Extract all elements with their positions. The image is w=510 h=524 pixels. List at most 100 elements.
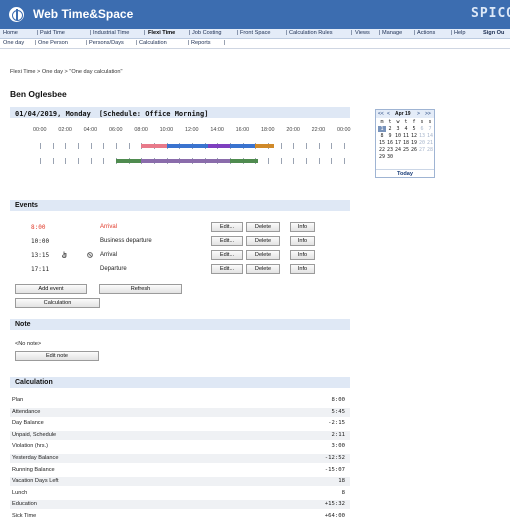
calendar-day[interactable]: 10 <box>394 133 402 139</box>
event-info-button[interactable]: Info <box>290 250 315 260</box>
calculation-row: Plan 8:00 <box>10 396 350 405</box>
edit-event-button[interactable]: Edit... <box>211 264 243 274</box>
menu-item-job-costing[interactable]: Job Costing <box>192 30 222 36</box>
menu-separator: | <box>224 40 226 46</box>
submenu-item-reports[interactable]: Reports <box>191 40 211 46</box>
edit-event-button[interactable]: Edit... <box>211 222 243 232</box>
menu-item-help[interactable]: Help <box>454 30 466 36</box>
note-section-bar <box>10 319 350 330</box>
event-info-button[interactable]: Info <box>290 222 315 232</box>
timeline-tick <box>103 158 105 164</box>
calculation-row: Violation (hrs.) 3:00 <box>10 442 350 451</box>
edit-event-button[interactable]: Edit... <box>211 236 243 246</box>
next-month-button[interactable]: > <box>417 111 420 117</box>
submenu-item-one-day[interactable]: One day <box>3 40 24 46</box>
calendar-day[interactable]: 13 <box>418 133 426 139</box>
calendar-day[interactable]: 15 <box>378 140 386 146</box>
prev-year-button[interactable]: << <box>378 111 384 117</box>
timeline-tick <box>40 158 41 164</box>
menu-item-front-space[interactable]: Front Space <box>240 30 270 36</box>
calendar-day[interactable]: 26 <box>410 147 418 153</box>
menu-item-calculation-rules[interactable]: Calculation Rules <box>289 30 333 36</box>
event-info-button[interactable]: Info <box>290 264 315 274</box>
timeline-tick <box>90 158 92 164</box>
delete-event-button[interactable]: Delete <box>246 250 280 260</box>
menu-separator: | <box>451 30 453 36</box>
calculation-section-bar <box>10 377 350 388</box>
event-time: 8:00 <box>31 224 46 231</box>
menu-separator: | <box>414 30 416 36</box>
calculation-row: Vacation Days Left 18 <box>10 477 350 487</box>
calendar-day[interactable]: 4 <box>402 126 410 132</box>
menu-separator: | <box>188 40 190 46</box>
calendar-day[interactable]: 17 <box>394 140 402 146</box>
timeline-segment <box>230 159 258 163</box>
mini-calendar: << < Apr 19 > >> m t w t f s s 1 2 3 4 5 6 7 8 9 10 11 12 1… <box>375 109 435 178</box>
timeline-tick <box>318 158 320 164</box>
calendar-day[interactable]: 19 <box>410 140 418 146</box>
refresh-button[interactable]: Refresh <box>99 284 182 294</box>
edit-note-button[interactable]: Edit note <box>15 351 99 361</box>
menu-item-manage[interactable]: Manage <box>382 30 402 36</box>
timeline-tick <box>318 143 320 149</box>
calendar-day[interactable]: 3 <box>394 126 402 132</box>
calendar-day[interactable]: 12 <box>410 133 418 139</box>
event-time: 13:15 <box>31 252 50 259</box>
calendar-day[interactable]: 1 <box>378 126 386 132</box>
timeline-tick <box>65 158 67 164</box>
event-info-button[interactable]: Info <box>290 236 315 246</box>
menu-item-industrial-time[interactable]: Industrial Time <box>93 30 129 36</box>
delete-event-button[interactable]: Delete <box>246 236 280 246</box>
edit-event-button[interactable]: Edit... <box>211 250 243 260</box>
timeline-hour-label: 16:00 <box>235 127 250 133</box>
timeline-hour-label: 14:00 <box>210 127 224 133</box>
menu-separator: | <box>90 30 92 36</box>
menu-item-views[interactable]: Views <box>355 30 370 36</box>
globe-logo-icon <box>9 7 24 22</box>
submenu-item-persons-days[interactable]: Persons/Days <box>89 40 124 46</box>
calendar-day[interactable]: 18 <box>402 140 410 146</box>
calendar-day[interactable]: 28 <box>426 147 434 153</box>
calendar-day[interactable]: 14 <box>426 133 434 139</box>
calendar-day[interactable]: 9 <box>386 133 394 139</box>
calendar-day[interactable]: 22 <box>378 147 386 153</box>
calendar-day[interactable]: 8 <box>378 133 386 139</box>
delete-event-button[interactable]: Delete <box>246 222 280 232</box>
timeline-tick <box>103 143 105 149</box>
timeline-tick <box>280 143 282 149</box>
menu-item-actions[interactable]: Actions <box>417 30 435 36</box>
calendar-day[interactable]: 23 <box>386 147 394 153</box>
menu-item-home[interactable]: Home <box>3 30 18 36</box>
calendar-day[interactable]: 7 <box>426 126 434 132</box>
calendar-day[interactable]: 5 <box>410 126 418 132</box>
submenu-item-calculation[interactable]: Calculation <box>139 40 167 46</box>
menu-separator: | <box>237 30 239 36</box>
calculation-button[interactable]: Calculation <box>15 298 100 308</box>
submenu-item-one-person[interactable]: One Person <box>38 40 68 46</box>
calendar-day[interactable]: 29 <box>378 154 386 160</box>
sign-out-link[interactable]: Sign Ou <box>483 30 504 36</box>
calendar-day[interactable]: 21 <box>426 140 434 146</box>
menu-separator: | <box>286 30 288 36</box>
calendar-header: << < Apr 19 > >> <box>376 110 434 118</box>
add-event-button[interactable]: Add event <box>15 284 87 294</box>
next-year-button[interactable]: >> <box>425 111 431 117</box>
event-time: 10:00 <box>31 238 50 245</box>
calendar-day[interactable]: 24 <box>394 147 402 153</box>
calendar-day[interactable]: 6 <box>418 126 426 132</box>
calendar-day[interactable]: 16 <box>386 140 394 146</box>
calendar-day[interactable]: 25 <box>402 147 410 153</box>
prev-month-button[interactable]: < <box>387 111 390 117</box>
calendar-day[interactable]: 27 <box>418 147 426 153</box>
today-link[interactable]: Today <box>376 169 434 178</box>
calendar-day[interactable]: 20 <box>418 140 426 146</box>
calendar-day[interactable]: 2 <box>386 126 394 132</box>
timeline-tick <box>344 158 345 164</box>
timeline-hour-label: 00:00 <box>33 127 47 133</box>
menu-item-paid-time[interactable]: Paid Time <box>40 30 65 36</box>
events-title: Events <box>15 202 38 209</box>
menu-item-flexi-time[interactable]: Flexi Time <box>148 30 175 36</box>
delete-event-button[interactable]: Delete <box>246 264 280 274</box>
calendar-day[interactable]: 11 <box>402 133 410 139</box>
calendar-day[interactable]: 30 <box>386 154 394 160</box>
